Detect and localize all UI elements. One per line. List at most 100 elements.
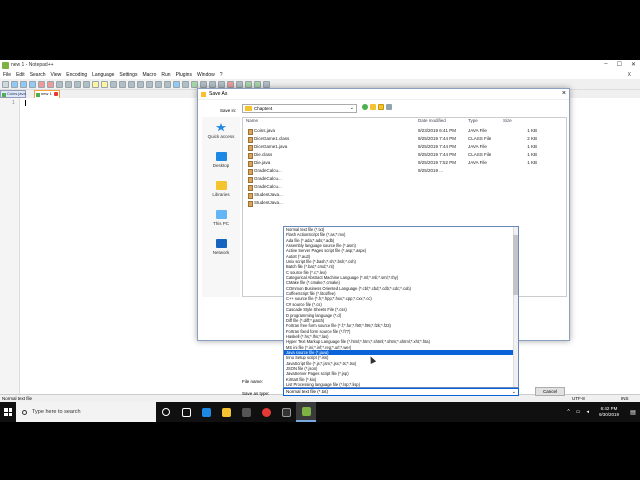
close-button[interactable]: ✕ bbox=[631, 61, 636, 68]
save-icon[interactable] bbox=[20, 80, 27, 88]
file-type: JAVA File bbox=[468, 128, 487, 133]
cmd-icon[interactable] bbox=[276, 402, 296, 422]
maximize-button[interactable]: ☐ bbox=[617, 61, 622, 68]
doc-map-icon[interactable] bbox=[200, 80, 207, 88]
print-icon[interactable] bbox=[56, 80, 63, 88]
menu-macro[interactable]: Macro bbox=[142, 72, 156, 78]
dropdown-scrollbar[interactable] bbox=[513, 227, 518, 387]
file-row[interactable]: Die.java 9/25/2019 7:52 PM JAVA File 1 KB bbox=[243, 160, 566, 168]
run-macro-multiple-icon[interactable] bbox=[254, 80, 261, 88]
place-this-pc[interactable]: This PC bbox=[202, 210, 240, 233]
file-row[interactable]: StudentJava... bbox=[243, 192, 566, 200]
window-title: new 1 - Notepad++ bbox=[11, 62, 54, 68]
file-row[interactable]: GradeCalcu... 9/25/2019 ... bbox=[243, 168, 566, 176]
file-row[interactable]: Coins.java 9/23/2019 6:41 PM JAVA File 1 KB bbox=[243, 128, 566, 136]
find-icon[interactable] bbox=[110, 80, 117, 88]
notification-icon[interactable]: ▤ bbox=[626, 409, 640, 416]
edge-icon[interactable] bbox=[196, 402, 216, 422]
chevron-down-icon: ⌄ bbox=[349, 105, 354, 111]
word-wrap-icon[interactable] bbox=[164, 80, 171, 88]
menu-file[interactable]: File bbox=[3, 72, 11, 78]
copy-icon[interactable] bbox=[74, 80, 81, 88]
back-icon[interactable] bbox=[362, 104, 368, 110]
doc-switcher[interactable]: Coins.java bbox=[0, 90, 26, 98]
save-in-dropdown[interactable]: Chapter4 ⌄ bbox=[242, 104, 357, 113]
volume-icon[interactable]: ◂ bbox=[586, 409, 589, 415]
new-file-icon[interactable] bbox=[2, 80, 9, 88]
menu-edit[interactable]: Edit bbox=[16, 72, 25, 78]
title-bar: new 1 - Notepad++ – ☐ ✕ bbox=[0, 60, 640, 70]
tab-new-1[interactable]: new 1 bbox=[34, 90, 60, 98]
place-network[interactable]: Network bbox=[202, 239, 240, 262]
file-row[interactable]: GradeCalcu... bbox=[243, 176, 566, 184]
show-all-chars-icon[interactable] bbox=[173, 80, 180, 88]
menu-window[interactable]: Window bbox=[197, 72, 215, 78]
function-list-icon[interactable] bbox=[209, 80, 216, 88]
cut-icon[interactable] bbox=[65, 80, 72, 88]
file-type-option[interactable]: List Processing language file (*.lsp;*.l… bbox=[284, 382, 518, 387]
place-desktop[interactable]: Desktop bbox=[202, 152, 240, 175]
file-row[interactable]: GradeCalcu... bbox=[243, 184, 566, 192]
col-type[interactable]: Type bbox=[468, 118, 478, 123]
close-doc-icon[interactable]: X bbox=[628, 72, 631, 78]
play-macro-icon[interactable] bbox=[245, 80, 252, 88]
cancel-button[interactable]: Cancel bbox=[535, 387, 565, 396]
menu-language[interactable]: Language bbox=[92, 72, 114, 78]
task-view-icon[interactable] bbox=[176, 402, 196, 422]
file-explorer-icon[interactable] bbox=[216, 402, 236, 422]
menu-run[interactable]: Run bbox=[161, 72, 170, 78]
save-macro-icon[interactable] bbox=[263, 80, 270, 88]
save-type-select[interactable]: Normal text file (*.txt) ⌄ bbox=[283, 388, 519, 396]
computer-icon bbox=[215, 210, 227, 219]
menu-plugins[interactable]: Plugins bbox=[176, 72, 192, 78]
menu-help[interactable]: ? bbox=[220, 72, 223, 78]
close-file-icon[interactable] bbox=[38, 80, 45, 88]
paste-icon[interactable] bbox=[83, 80, 90, 88]
taskbar-search-box[interactable]: Type here to search bbox=[16, 402, 156, 422]
undo-icon[interactable] bbox=[92, 80, 99, 88]
stop-macro-icon[interactable] bbox=[236, 80, 243, 88]
close-all-icon[interactable] bbox=[47, 80, 54, 88]
close-tab-icon[interactable] bbox=[54, 92, 58, 96]
zoom-out-icon[interactable] bbox=[137, 80, 144, 88]
record-macro-icon[interactable] bbox=[227, 80, 234, 88]
clock[interactable]: 6:42 PM 9/30/2019 bbox=[592, 406, 626, 418]
clock-date: 9/30/2019 bbox=[598, 412, 620, 417]
menu-view[interactable]: View bbox=[51, 72, 62, 78]
file-row[interactable]: StudentJava... bbox=[243, 200, 566, 208]
menu-search[interactable]: Search bbox=[30, 72, 46, 78]
folder-workspace-icon[interactable] bbox=[218, 80, 225, 88]
col-name[interactable]: Name bbox=[246, 118, 258, 123]
place-libraries[interactable]: Libraries bbox=[202, 181, 240, 204]
file-row[interactable]: DiceGame1.class 9/25/2019 7:44 PM CLASS Fi… bbox=[243, 136, 566, 144]
redo-icon[interactable] bbox=[101, 80, 108, 88]
tray-up-arrow-icon[interactable]: ^ bbox=[567, 409, 569, 415]
network-icon[interactable]: ▭ bbox=[576, 409, 581, 415]
minimize-button[interactable]: – bbox=[604, 61, 607, 68]
up-folder-icon[interactable] bbox=[370, 104, 376, 110]
menu-encoding[interactable]: Encoding bbox=[66, 72, 87, 78]
view-menu-icon[interactable] bbox=[386, 104, 392, 110]
zoom-in-icon[interactable] bbox=[128, 80, 135, 88]
col-date[interactable]: Date modified bbox=[418, 118, 446, 123]
open-file-icon[interactable] bbox=[11, 80, 18, 88]
sync-vertical-icon[interactable] bbox=[146, 80, 153, 88]
chrome-icon[interactable] bbox=[256, 402, 276, 422]
store-icon[interactable] bbox=[236, 402, 256, 422]
start-button[interactable] bbox=[0, 402, 16, 422]
place-quick-access[interactable]: Quick access bbox=[202, 123, 240, 146]
file-row[interactable]: DiceGame1.java 9/25/2019 7:44 PM JAVA File… bbox=[243, 144, 566, 152]
replace-icon[interactable] bbox=[119, 80, 126, 88]
menu-settings[interactable]: Settings bbox=[119, 72, 137, 78]
cortana-icon[interactable] bbox=[156, 402, 176, 422]
sync-horizontal-icon[interactable] bbox=[155, 80, 162, 88]
scrollbar-thumb[interactable] bbox=[513, 235, 518, 295]
indent-guide-icon[interactable] bbox=[182, 80, 189, 88]
col-size[interactable]: Size bbox=[503, 118, 537, 123]
dialog-close-icon[interactable]: × bbox=[562, 90, 566, 97]
new-folder-icon[interactable] bbox=[378, 104, 384, 110]
file-row[interactable]: Die.class 9/25/2019 7:44 PM CLASS File 1 KB bbox=[243, 152, 566, 160]
notepadpp-taskbar-icon[interactable] bbox=[296, 402, 316, 422]
udl-icon[interactable] bbox=[191, 80, 198, 88]
save-all-icon[interactable] bbox=[29, 80, 36, 88]
